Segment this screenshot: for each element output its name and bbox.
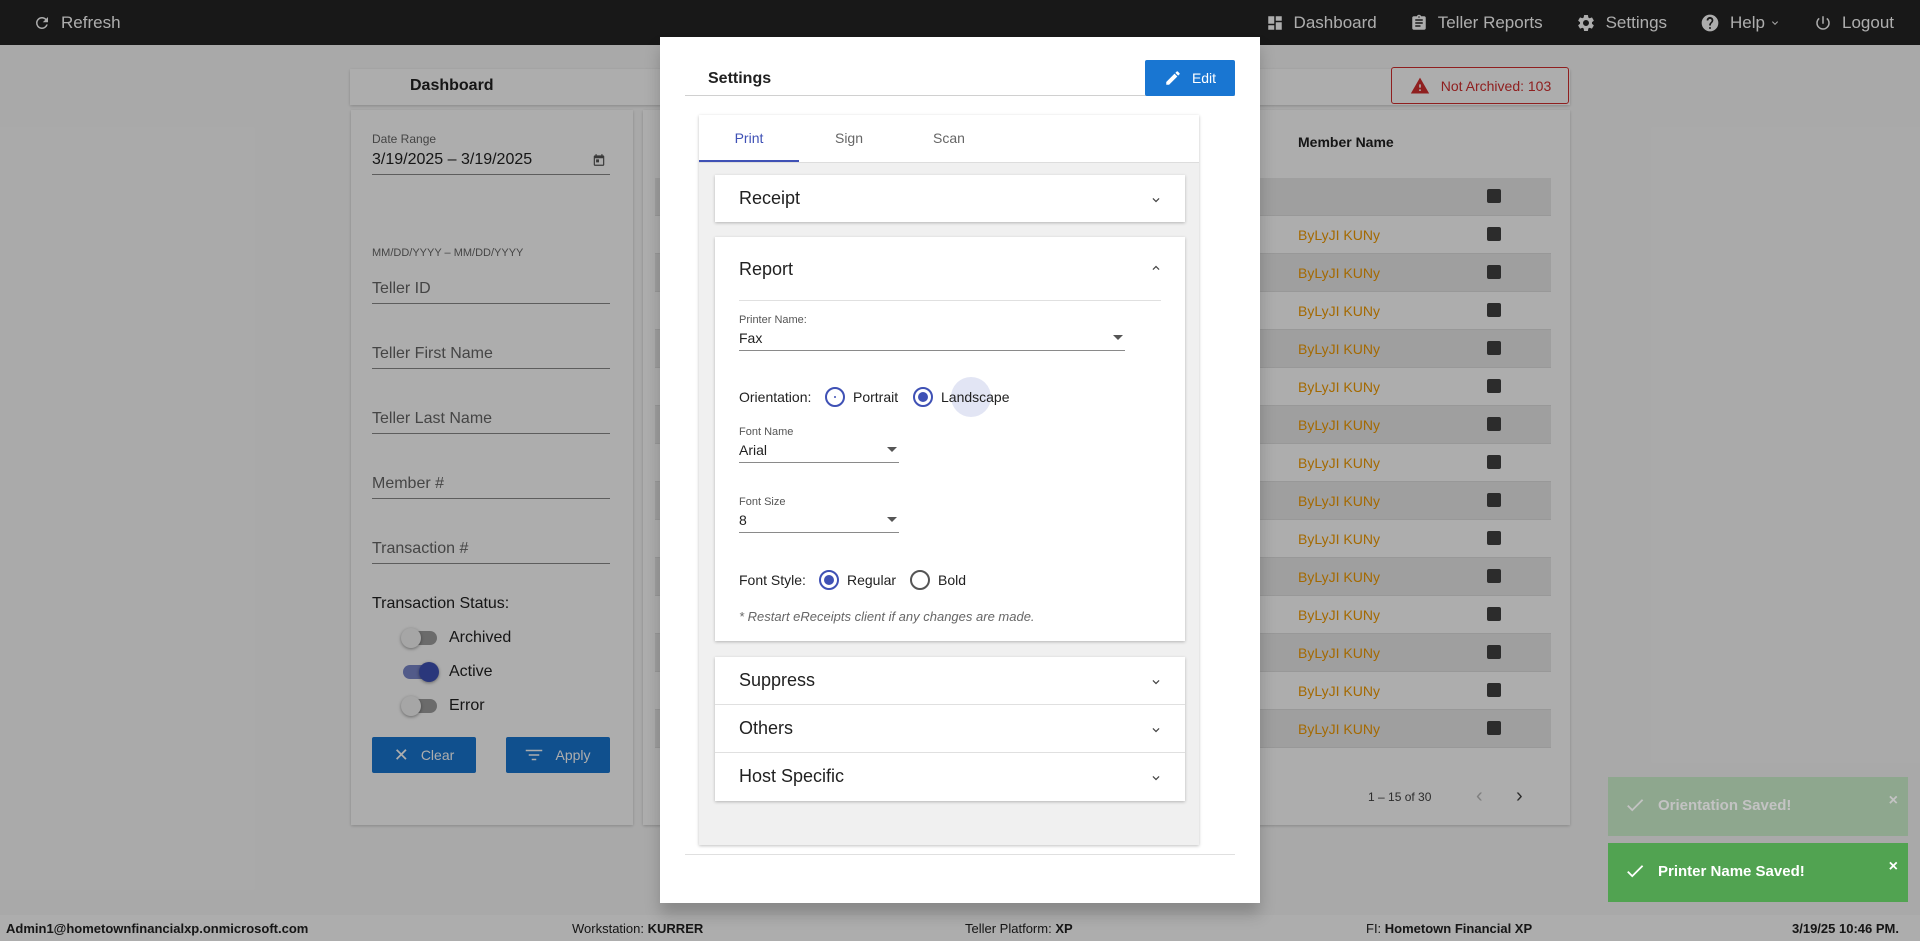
pencil-icon — [1166, 71, 1180, 85]
panel-host-specific[interactable]: Host Specific — [715, 753, 1185, 800]
toast-orientation-saved[interactable]: Orientation Saved! × — [1608, 777, 1908, 836]
font-size-value: 8 — [739, 512, 747, 528]
settings-dialog: Settings Edit Print Sign Scan Receipt Re… — [660, 37, 1260, 903]
orientation-label: Orientation: — [739, 389, 812, 405]
dropdown-arrow-icon — [887, 447, 897, 452]
panel-report-title[interactable]: Report — [739, 259, 793, 280]
panel-host-specific-title: Host Specific — [739, 766, 845, 786]
checkmark-icon — [1627, 865, 1644, 878]
chevron-down-icon — [1152, 198, 1160, 203]
font-name-label: Font Name — [739, 426, 794, 438]
settings-tab-bar: Print Sign Scan — [699, 115, 1199, 163]
regular-label[interactable]: Regular — [847, 572, 896, 588]
regular-radio[interactable] — [819, 570, 839, 590]
landscape-radio[interactable] — [913, 387, 933, 407]
font-size-select[interactable]: 8 — [739, 512, 899, 533]
edit-button[interactable]: Edit — [1145, 60, 1235, 96]
toast-close-button[interactable]: × — [1889, 858, 1898, 876]
panel-others[interactable]: Others — [715, 705, 1185, 752]
portrait-label[interactable]: Portrait — [853, 389, 898, 405]
settings-tabs-card: Print Sign Scan Receipt Report Printer N… — [699, 115, 1199, 845]
panel-others-title: Others — [739, 718, 794, 738]
toast-message: Orientation Saved! — [1658, 797, 1792, 814]
checkmark-icon — [1627, 799, 1644, 812]
edit-label: Edit — [1191, 70, 1217, 86]
panel-receipt[interactable]: Receipt — [715, 175, 1185, 222]
chevron-down-icon — [1152, 776, 1160, 781]
panel-suppress[interactable]: Suppress — [715, 657, 1185, 704]
restart-note: * Restart eReceipts client if any change… — [739, 609, 1035, 624]
bold-label[interactable]: Bold — [938, 572, 966, 588]
chevron-down-icon — [1152, 728, 1160, 733]
landscape-label[interactable]: Landscape — [941, 389, 1010, 405]
chevron-down-icon — [1152, 680, 1160, 685]
tab-scan[interactable]: Scan — [899, 130, 999, 146]
report-divider — [739, 300, 1161, 301]
dropdown-arrow-icon — [1113, 335, 1123, 340]
panel-group-bottom: Suppress Others Host Specific — [715, 657, 1185, 801]
panel-receipt-title: Receipt — [739, 188, 801, 208]
panel-suppress-title: Suppress — [739, 670, 816, 690]
active-tab-indicator — [699, 160, 799, 162]
dialog-bottom-divider — [685, 854, 1235, 855]
toast-close-button[interactable]: × — [1889, 792, 1898, 810]
chevron-up-icon[interactable] — [1149, 261, 1163, 275]
font-name-select[interactable]: Arial — [739, 442, 899, 463]
font-size-label: Font Size — [739, 496, 786, 508]
toast-printer-name-saved[interactable]: Printer Name Saved! × — [1608, 843, 1908, 902]
tab-sign[interactable]: Sign — [799, 130, 899, 146]
dropdown-arrow-icon — [887, 517, 897, 522]
tab-print[interactable]: Print — [699, 130, 799, 146]
printer-name-label: Printer Name: — [739, 314, 807, 326]
portrait-radio[interactable] — [825, 387, 845, 407]
toast-message: Printer Name Saved! — [1658, 863, 1805, 880]
dialog-title: Settings — [708, 70, 772, 87]
printer-name-select[interactable]: Fax — [739, 330, 1125, 351]
font-style-label: Font Style: — [739, 572, 806, 588]
panel-report: Report Printer Name: Fax Orientation: Po… — [715, 237, 1185, 641]
font-name-value: Arial — [739, 442, 768, 458]
bold-radio[interactable] — [910, 570, 930, 590]
printer-name-value: Fax — [739, 330, 763, 346]
